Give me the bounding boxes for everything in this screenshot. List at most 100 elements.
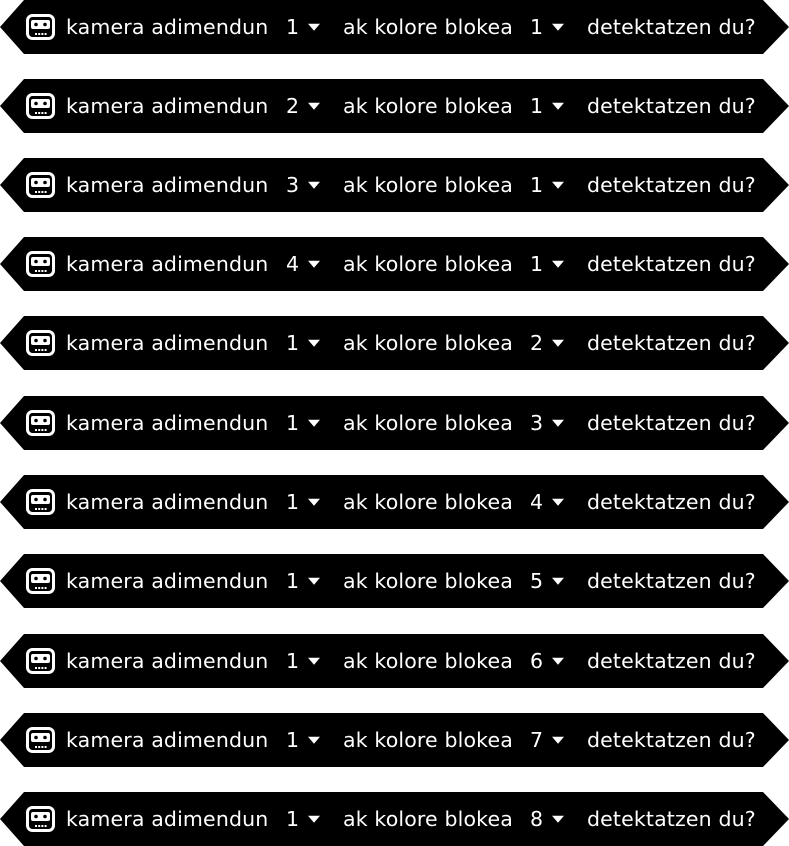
camera-number-value: 4 [286, 251, 300, 276]
color-block-number-dropdown[interactable]: 3 [530, 413, 565, 434]
color-block-number-dropdown[interactable]: 6 [530, 651, 565, 672]
camera-number-value: 1 [286, 727, 300, 752]
camera-number-value: 1 [286, 489, 300, 514]
color-block-number-dropdown[interactable]: 2 [530, 330, 565, 355]
camera-number-value: 1 [286, 410, 300, 435]
caret-down-icon [308, 103, 321, 110]
caret-down-icon [552, 182, 565, 189]
block-label-suffix: detektatzen du? [587, 251, 756, 276]
smart-camera-color-block-detect-block[interactable]: kamera adimendun 1 ak kolore blokea 7 de… [0, 713, 789, 767]
smart-camera-color-block-detect-block[interactable]: kamera adimendun 1 ak kolore blokea 8 de… [0, 792, 789, 846]
caret-down-icon [308, 737, 321, 744]
caret-down-icon [308, 261, 321, 268]
block-label-middle: ak kolore blokea [343, 410, 513, 435]
block-label-middle: ak kolore blokea [343, 330, 513, 355]
block-label-suffix: detektatzen du? [587, 93, 756, 118]
block-label-prefix: kamera adimendun [66, 648, 269, 673]
caret-down-icon [308, 499, 321, 506]
block-label-middle: ak kolore blokea [343, 568, 513, 593]
color-block-number-dropdown[interactable]: 1 [530, 251, 565, 276]
caret-down-icon [308, 420, 321, 427]
block-label-suffix: detektatzen du? [587, 727, 756, 752]
camera-number-dropdown[interactable]: 1 [286, 330, 321, 355]
caret-down-icon [308, 24, 321, 31]
color-block-number-dropdown[interactable]: 1 [530, 93, 565, 118]
block-label-middle: ak kolore blokea [343, 251, 513, 276]
camera-number-dropdown[interactable]: 1 [286, 14, 321, 39]
smart-camera-icon [26, 14, 55, 40]
caret-down-icon [552, 340, 565, 347]
camera-number-value: 1 [286, 14, 300, 39]
color-block-number-dropdown[interactable]: 8 [530, 806, 565, 831]
block-label-prefix: kamera adimendun [66, 727, 269, 752]
smart-camera-color-block-detect-block[interactable]: kamera adimendun 3 ak kolore blokea 1 de… [0, 158, 789, 212]
camera-number-dropdown[interactable]: 1 [286, 651, 321, 672]
smart-camera-icon [26, 806, 55, 832]
smart-camera-icon [26, 568, 55, 594]
caret-down-icon [552, 103, 565, 110]
block-label-prefix: kamera adimendun [66, 14, 269, 39]
smart-camera-color-block-detect-block[interactable]: kamera adimendun 1 ak kolore blokea 5 de… [0, 554, 789, 608]
camera-number-value: 1 [286, 806, 300, 831]
camera-number-dropdown[interactable]: 1 [286, 489, 321, 514]
block-label-prefix: kamera adimendun [66, 410, 269, 435]
caret-down-icon [552, 737, 565, 744]
smart-camera-icon [26, 172, 55, 198]
smart-camera-color-block-detect-block[interactable]: kamera adimendun 1 ak kolore blokea 3 de… [0, 396, 789, 450]
camera-number-dropdown[interactable]: 1 [286, 568, 321, 593]
smart-camera-icon [26, 410, 55, 436]
color-block-number-value: 1 [530, 172, 544, 197]
block-label-suffix: detektatzen du? [587, 489, 756, 514]
camera-number-value: 1 [286, 568, 300, 593]
color-block-number-value: 1 [530, 93, 544, 118]
smart-camera-icon [26, 648, 55, 674]
camera-number-dropdown[interactable]: 1 [286, 727, 321, 752]
camera-number-dropdown[interactable]: 4 [286, 251, 321, 276]
block-label-prefix: kamera adimendun [66, 172, 269, 197]
camera-number-dropdown[interactable]: 3 [286, 172, 321, 197]
block-label-prefix: kamera adimendun [66, 251, 269, 276]
caret-down-icon [552, 499, 565, 506]
color-block-number-value: 8 [530, 806, 544, 831]
color-block-number-dropdown[interactable]: 4 [530, 489, 565, 514]
camera-number-dropdown[interactable]: 2 [286, 93, 321, 118]
block-label-prefix: kamera adimendun [66, 93, 269, 118]
color-block-number-dropdown[interactable]: 5 [530, 571, 565, 592]
smart-camera-icon [26, 330, 55, 356]
block-label-suffix: detektatzen du? [587, 172, 756, 197]
block-label-middle: ak kolore blokea [343, 489, 513, 514]
color-block-number-dropdown[interactable]: 1 [530, 17, 565, 38]
smart-camera-color-block-detect-block[interactable]: kamera adimendun 1 ak kolore blokea 2 de… [0, 316, 789, 370]
color-block-number-dropdown[interactable]: 7 [530, 730, 565, 751]
block-label-prefix: kamera adimendun [66, 489, 269, 514]
smart-camera-color-block-detect-block[interactable]: kamera adimendun 2 ak kolore blokea 1 de… [0, 79, 789, 133]
camera-number-value: 3 [286, 172, 300, 197]
camera-number-value: 2 [286, 93, 300, 118]
smart-camera-icon [26, 93, 55, 119]
smart-camera-color-block-detect-block[interactable]: kamera adimendun 1 ak kolore blokea 4 de… [0, 475, 789, 529]
color-block-number-value: 2 [530, 330, 544, 355]
camera-number-dropdown[interactable]: 1 [286, 806, 321, 831]
smart-camera-icon [26, 251, 55, 277]
camera-number-dropdown[interactable]: 1 [286, 410, 321, 435]
block-label-middle: ak kolore blokea [343, 727, 513, 752]
color-block-number-value: 4 [530, 489, 544, 514]
caret-down-icon [552, 578, 565, 585]
caret-down-icon [308, 182, 321, 189]
color-block-number-value: 1 [530, 251, 544, 276]
caret-down-icon [552, 658, 565, 665]
caret-down-icon [308, 578, 321, 585]
block-label-middle: ak kolore blokea [343, 806, 513, 831]
block-label-suffix: detektatzen du? [587, 806, 756, 831]
block-label-prefix: kamera adimendun [66, 330, 269, 355]
smart-camera-color-block-detect-block[interactable]: kamera adimendun 1 ak kolore blokea 6 de… [0, 634, 789, 688]
block-label-prefix: kamera adimendun [66, 568, 269, 593]
color-block-number-dropdown[interactable]: 1 [530, 172, 565, 197]
block-label-prefix: kamera adimendun [66, 806, 269, 831]
smart-camera-color-block-detect-block[interactable]: kamera adimendun 1 ak kolore blokea 1 de… [0, 0, 789, 54]
caret-down-icon [308, 658, 321, 665]
block-label-suffix: detektatzen du? [587, 648, 756, 673]
block-label-suffix: detektatzen du? [587, 568, 756, 593]
smart-camera-color-block-detect-block[interactable]: kamera adimendun 4 ak kolore blokea 1 de… [0, 237, 789, 291]
camera-number-value: 1 [286, 330, 300, 355]
